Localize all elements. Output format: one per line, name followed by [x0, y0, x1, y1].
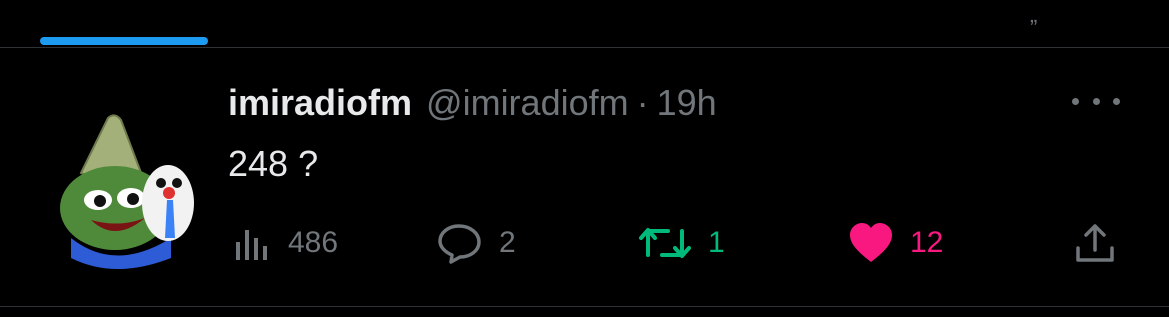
retweet-count: 1	[708, 226, 725, 259]
display-name[interactable]: imiradiofm	[228, 82, 412, 124]
more-button[interactable]	[1072, 88, 1120, 114]
quote-mark-icon: „	[1030, 2, 1038, 27]
more-dot	[1092, 97, 1100, 105]
reply-count: 2	[499, 226, 516, 259]
separator: ·	[636, 82, 649, 123]
like-count: 12	[910, 226, 944, 259]
tweet-text: 248 ?	[228, 143, 319, 184]
views-button[interactable]: 486	[234, 218, 338, 268]
retweet-button[interactable]: 1	[638, 218, 725, 268]
active-tab-indicator	[40, 37, 208, 45]
avatar[interactable]	[53, 108, 203, 298]
tweet-header: imiradiofm @imiradiofm · 19h	[228, 82, 717, 126]
more-dot	[1113, 97, 1120, 105]
reply-button[interactable]: 2	[437, 218, 516, 268]
share-button[interactable]	[1074, 218, 1116, 268]
upload-share-icon	[1076, 224, 1114, 262]
user-handle[interactable]: @imiradiofm	[426, 82, 629, 124]
speech-bubble-icon	[438, 224, 481, 264]
heart-filled-icon	[850, 223, 892, 262]
views-count: 486	[288, 226, 339, 259]
like-button[interactable]: 12	[848, 218, 943, 268]
bar-chart-icon	[236, 230, 267, 260]
action-bar: 486 2 1 12	[0, 218, 1169, 268]
retweet-arrows-icon	[639, 228, 691, 258]
more-dot	[1072, 97, 1079, 105]
tweet[interactable]: imiradiofm @imiradiofm · 19h 248 ? 486 2	[0, 48, 1169, 307]
tab-strip: „	[0, 0, 1169, 48]
timestamp[interactable]: 19h	[657, 82, 717, 124]
